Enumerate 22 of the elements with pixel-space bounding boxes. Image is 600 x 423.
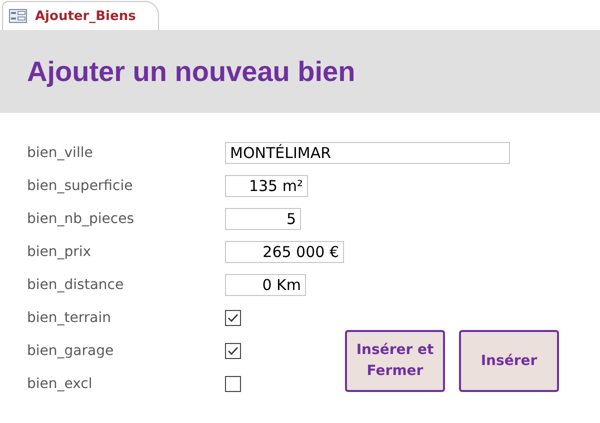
field-label: bien_nb_pieces <box>27 210 136 226</box>
input-field[interactable]: 135 m² <box>225 174 308 196</box>
field-label: bien_distance <box>27 276 125 292</box>
form-tab[interactable]: Ajouter_Biens <box>2 1 159 30</box>
insert-button[interactable]: Insérer et Fermer <box>345 330 445 392</box>
checkbox[interactable] <box>225 310 241 326</box>
tab-title: Ajouter_Biens <box>35 8 136 24</box>
form-icon <box>9 9 27 23</box>
input-field[interactable]: MONTÉLIMAR <box>225 142 510 164</box>
insert-button[interactable]: Insérer <box>459 330 559 392</box>
field-label: bien_terrain <box>27 310 112 326</box>
field-label: bien_excl <box>27 376 94 392</box>
form-title: Ajouter un nouveau bien <box>27 56 356 88</box>
field-label: bien_garage <box>27 342 115 358</box>
field-label: bien_ville <box>27 144 94 160</box>
input-field[interactable]: 5 <box>225 208 301 230</box>
checkbox[interactable] <box>225 342 241 358</box>
input-field[interactable]: 265 000 € <box>225 240 344 262</box>
input-field[interactable]: 0 Km <box>225 274 306 296</box>
checkbox[interactable] <box>225 376 241 392</box>
field-label: bien_prix <box>27 244 92 260</box>
field-label: bien_superficie <box>27 178 134 194</box>
